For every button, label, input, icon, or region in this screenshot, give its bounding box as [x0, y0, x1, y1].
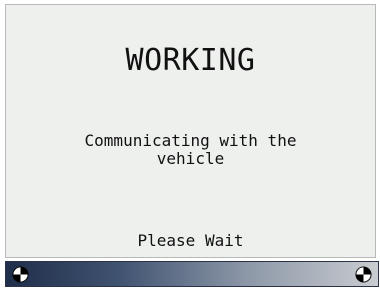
please-wait-text: Please Wait	[137, 231, 244, 250]
busy-spinner-icon	[355, 266, 372, 283]
progress-status-bar	[5, 261, 379, 287]
working-title: WORKING	[125, 43, 256, 78]
status-message: Communicating with the vehicle	[84, 131, 297, 168]
busy-spinner-icon	[12, 266, 29, 283]
status-panel: WORKING Communicating with the vehicle P…	[5, 4, 376, 258]
device-screen: WORKING Communicating with the vehicle P…	[0, 0, 380, 292]
bottom-border	[0, 287, 380, 292]
